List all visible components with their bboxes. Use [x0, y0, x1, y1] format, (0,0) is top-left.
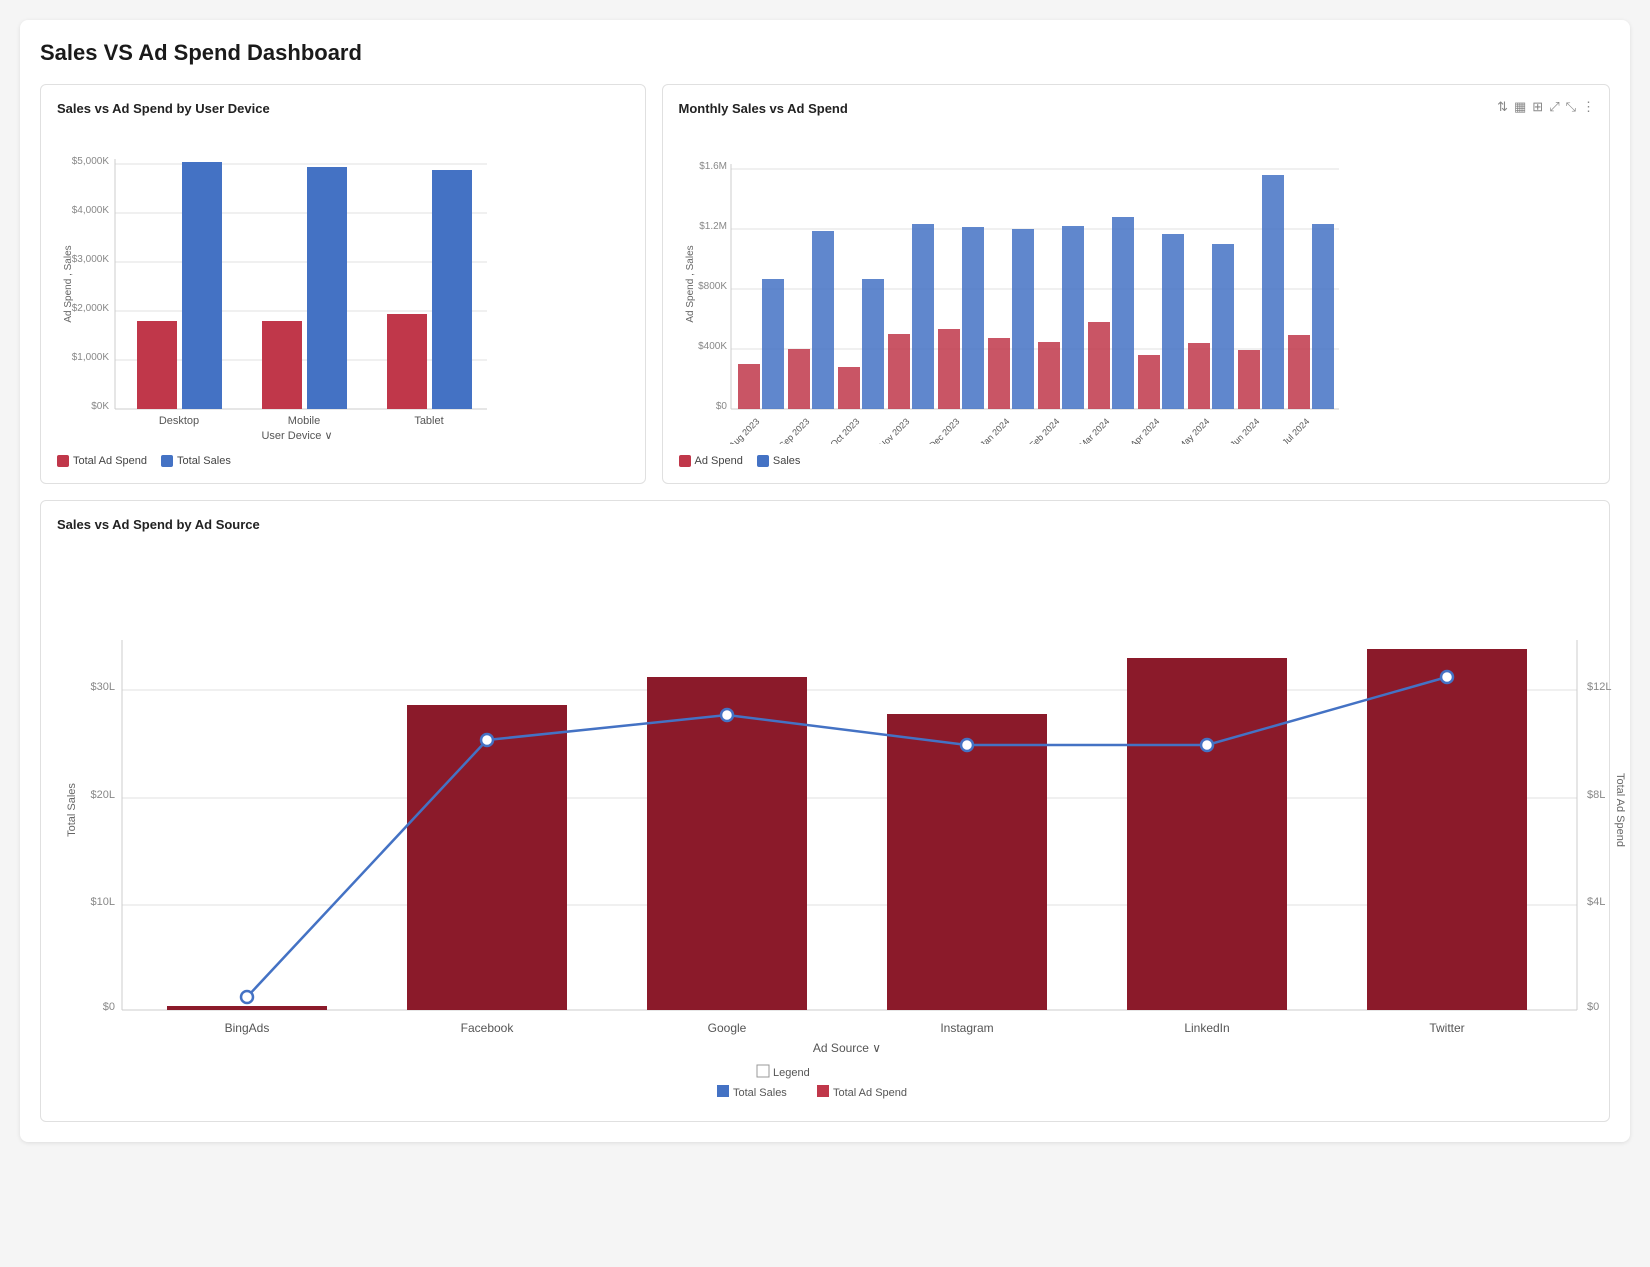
svg-text:$0: $0 [715, 401, 727, 412]
svg-text:Twitter: Twitter [1429, 1021, 1464, 1035]
svg-text:Oct 2023: Oct 2023 [828, 416, 861, 444]
svg-text:Google: Google [708, 1021, 747, 1035]
dot-google [721, 709, 733, 721]
chart2-title: Monthly Sales vs Ad Spend [679, 101, 1593, 116]
svg-text:Aug 2023: Aug 2023 [727, 416, 761, 444]
legend-label-ad-spend-2: Ad Spend [695, 455, 743, 467]
svg-text:$0K: $0K [91, 401, 109, 412]
bar-desktop-sales [182, 162, 222, 409]
legend-sales: Total Sales [161, 455, 231, 467]
svg-text:$8L: $8L [1587, 789, 1605, 801]
svg-text:$4L: $4L [1587, 896, 1605, 908]
dot-twitter [1441, 671, 1453, 683]
chart2-legend: Ad Spend Sales [679, 455, 1593, 467]
svg-text:LinkedIn: LinkedIn [1184, 1021, 1229, 1035]
svg-text:$3,000K: $3,000K [72, 254, 110, 265]
legend-swatch-ad-spend-2 [679, 455, 691, 467]
legend-label-sales-2: Sales [773, 455, 801, 467]
svg-text:User Device ∨: User Device ∨ [261, 430, 332, 442]
svg-text:$800K: $800K [698, 281, 727, 292]
svg-text:Sep 2023: Sep 2023 [777, 416, 811, 444]
dashboard-title: Sales VS Ad Spend Dashboard [40, 40, 1610, 66]
legend-sales-2: Sales [757, 455, 801, 467]
svg-text:$10L: $10L [91, 896, 115, 908]
bar-desktop-adspend [137, 321, 177, 409]
bar-tablet-adspend [387, 314, 427, 409]
chart-monthly: Monthly Sales vs Ad Spend ⇅ ▦ ⊞ ⤢ ⤡ ⋮ Ad… [662, 84, 1610, 484]
legend-swatch-ad-spend [57, 455, 69, 467]
chart-ad-source: Sales vs Ad Spend by Ad Source Total Sal… [40, 500, 1610, 1122]
svg-text:Jul 2024: Jul 2024 [1280, 416, 1311, 444]
dot-facebook [481, 734, 493, 746]
chart1-svg: Ad Spend , Sales $0K $1,000K $2,000K $3,… [57, 124, 507, 444]
dot-linkedin [1201, 739, 1213, 751]
dashboard-container: Sales VS Ad Spend Dashboard Sales vs Ad … [20, 20, 1630, 1142]
more-icon[interactable]: ⋮ [1582, 99, 1595, 115]
bar-instagram [887, 714, 1047, 1010]
svg-text:$5,000K: $5,000K [72, 156, 110, 167]
svg-text:$1.2M: $1.2M [699, 221, 727, 232]
legend-label-ad-spend: Total Ad Spend [73, 455, 147, 467]
svg-text:Jan 2024: Jan 2024 [978, 416, 1011, 444]
bar-chart-icon[interactable]: ▦ [1514, 99, 1526, 115]
svg-text:Total Sales: Total Sales [733, 1087, 787, 1099]
chart1-legend: Total Ad Spend Total Sales [57, 455, 629, 467]
svg-text:Feb 2024: Feb 2024 [1027, 416, 1061, 444]
bar-linkedin [1127, 658, 1287, 1010]
svg-text:$12L: $12L [1587, 681, 1611, 693]
svg-text:Jun 2024: Jun 2024 [1228, 416, 1261, 444]
svg-text:$20L: $20L [91, 789, 115, 801]
bar-bingads [167, 1006, 327, 1010]
svg-text:Nov 2023: Nov 2023 [877, 416, 911, 444]
bar-facebook [407, 705, 567, 1010]
svg-text:Total Sales: Total Sales [66, 783, 78, 837]
svg-text:Mobile: Mobile [288, 415, 320, 427]
export-icon[interactable]: ⤢ [1549, 99, 1559, 115]
svg-text:$400K: $400K [698, 341, 727, 352]
top-row: Sales vs Ad Spend by User Device Ad Spen… [40, 84, 1610, 484]
bar-mobile-sales [307, 167, 347, 409]
dot-instagram [961, 739, 973, 751]
svg-text:Desktop: Desktop [159, 415, 199, 427]
svg-text:BingAds: BingAds [225, 1021, 270, 1035]
svg-text:Total Ad Spend: Total Ad Spend [1614, 773, 1626, 847]
legend-ad-spend: Total Ad Spend [57, 455, 147, 467]
chart-user-device: Sales vs Ad Spend by User Device Ad Spen… [40, 84, 646, 484]
chart1-title: Sales vs Ad Spend by User Device [57, 101, 629, 116]
legend-label-sales: Total Sales [177, 455, 231, 467]
svg-text:Mar 2024: Mar 2024 [1077, 416, 1111, 444]
svg-text:Tablet: Tablet [414, 415, 443, 427]
chart3-svg: Total Sales Total Ad Spend $0 $10L $20L … [57, 540, 1637, 1100]
svg-text:$2,000K: $2,000K [72, 303, 110, 314]
legend-swatch-sales [161, 455, 173, 467]
bar-twitter [1367, 649, 1527, 1010]
svg-text:$1.6M: $1.6M [699, 161, 727, 172]
chart3-title: Sales vs Ad Spend by Ad Source [57, 517, 1593, 532]
svg-text:Instagram: Instagram [940, 1021, 993, 1035]
svg-text:$1,000K: $1,000K [72, 352, 110, 363]
svg-text:Ad Spend , Sales: Ad Spend , Sales [685, 245, 696, 322]
svg-text:$4,000K: $4,000K [72, 205, 110, 216]
svg-text:$30L: $30L [91, 681, 115, 693]
svg-text:Facebook: Facebook [461, 1021, 515, 1035]
bar-mobile-adspend [262, 321, 302, 409]
svg-text:Ad Source ∨: Ad Source ∨ [813, 1041, 881, 1055]
expand-icon[interactable]: ⤡ [1566, 99, 1576, 115]
dot-bingads [241, 991, 253, 1003]
svg-text:Dec 2023: Dec 2023 [927, 416, 961, 444]
svg-text:Apr 2024: Apr 2024 [1128, 416, 1161, 444]
chart-type-icon[interactable]: ⊞ [1532, 99, 1543, 115]
svg-text:Total Ad Spend: Total Ad Spend [833, 1087, 907, 1099]
svg-text:Legend: Legend [773, 1067, 810, 1079]
chart2-svg: Ad Spend , Sales $0 $400K $800K $1.2M $1… [679, 124, 1359, 444]
legend-ad-spend-2: Ad Spend [679, 455, 743, 467]
svg-text:May 2024: May 2024 [1176, 416, 1211, 444]
legend-swatch-sales-2 [757, 455, 769, 467]
sort-icon[interactable]: ⇅ [1497, 99, 1508, 115]
svg-text:$0: $0 [103, 1001, 115, 1013]
bar-google [647, 677, 807, 1010]
chart2-toolbar: ⇅ ▦ ⊞ ⤢ ⤡ ⋮ [1497, 99, 1595, 115]
svg-text:$0: $0 [1587, 1001, 1599, 1013]
bar-tablet-sales [432, 170, 472, 409]
